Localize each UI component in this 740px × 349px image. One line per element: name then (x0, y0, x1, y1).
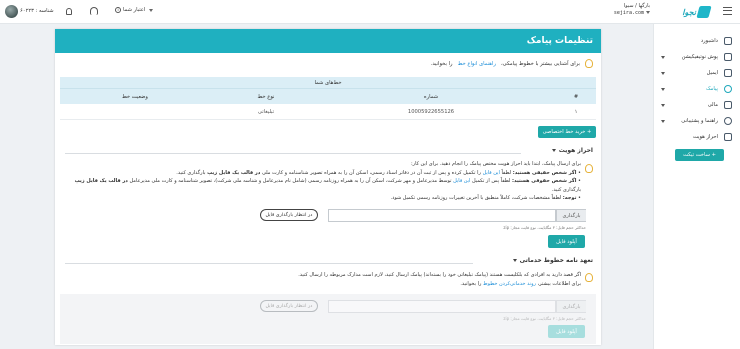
lines-table-header: # شماره نوع خط وضعیت خط (60, 88, 596, 104)
upload-status-badge: در انتظار بارگذاری فایل (260, 209, 318, 221)
service-lines-guide-link[interactable]: روند خدماتی‌کردن خطوط (483, 281, 536, 287)
support-headset-icon[interactable] (90, 7, 98, 15)
caret-down-icon (646, 10, 650, 14)
file-hint: حداکثر حجم فایل: ۳ مگابایت. نوع فایت مجا… (503, 316, 586, 321)
sidebar-item-identity[interactable]: احراز هویت (653, 130, 740, 144)
chevron-down-icon (661, 55, 665, 59)
sidebar-item-dashboard[interactable]: داشبورد (653, 34, 740, 48)
sidebar-item-help[interactable]: راهنما و پشتیبانی (653, 114, 740, 128)
identity-upload-button[interactable]: آپلود فایل (548, 235, 585, 248)
logo[interactable]: نجوا (670, 5, 712, 19)
divider (65, 153, 521, 154)
commitment-file-picker[interactable]: بارگذاری (328, 300, 586, 313)
sidebar-item-finance[interactable]: مالی (653, 98, 740, 112)
dashboard-icon (724, 37, 732, 45)
lightbulb-icon (585, 164, 593, 173)
file-browse-button[interactable]: بارگذاری (556, 300, 586, 313)
commitment-section-title[interactable]: تعهد نامه خطوط خدماتی (512, 257, 593, 264)
file-input[interactable] (328, 209, 556, 222)
lightbulb-icon (585, 273, 593, 282)
send-icon (724, 53, 732, 61)
sms-settings-card: تنظیمات پیامک برای آشنایی بیشتر با خطوط … (55, 29, 601, 345)
avatar[interactable] (5, 5, 18, 18)
chevron-down-icon (551, 149, 556, 152)
sidebar-item-push[interactable]: پوش نوتیفیکیشن (653, 50, 740, 64)
chevron-down-icon (512, 259, 517, 262)
credit-label: اعتبار شما (123, 7, 146, 13)
headset-icon (724, 117, 732, 125)
page-title: تنظیمات پیامک (55, 29, 601, 53)
lock-icon (724, 133, 732, 141)
mail-icon (724, 69, 732, 77)
file-browse-button[interactable]: بارگذاری (556, 209, 586, 222)
chevron-down-icon (661, 71, 665, 75)
file-hint: حداکثر حجم فایل: ۳ مگابایت. نوع فایت مجا… (503, 225, 586, 230)
info-icon: i (115, 7, 121, 13)
identity-file-picker[interactable]: بارگذاری (328, 209, 586, 222)
logo-text: نجوا (682, 7, 696, 17)
credit-dropdown[interactable]: اعتبار شما i (115, 7, 154, 13)
sms-icon (724, 85, 732, 93)
identity-instructions: برای ارسال پیامک، ابتدا باید احراز هویت … (74, 161, 581, 201)
legal-person-file-link[interactable]: این فایل (453, 178, 470, 184)
menu-icon[interactable] (723, 7, 732, 15)
sidebar: داشبورد پوش نوتیفیکیشن ایمیل پیامک مالی … (653, 24, 740, 349)
commitment-instructions: اگر قصد دارید به افرادی که بلکلیست هستند… (298, 272, 581, 287)
line-types-guide-link[interactable]: راهنمای انواع خط (458, 61, 496, 67)
user-menu[interactable]: بارگها / سیوا sejira.com (614, 3, 650, 16)
chevron-down-icon (661, 103, 665, 107)
buy-dedicated-line-button[interactable]: + خرید خط اختصاصی (538, 126, 596, 138)
logo-mark (696, 6, 712, 18)
table-row: ۱ 10005922655126 تبلیغاتی (60, 104, 596, 120)
chevron-down-icon (661, 119, 665, 123)
lightbulb-icon (585, 59, 593, 68)
top-bar: نجوا بارگها / سیوا sejira.com اعتبار شما… (0, 0, 740, 24)
sidebar-item-sms[interactable]: پیامک (653, 82, 740, 96)
commitment-upload-button[interactable]: آپلود فایل (548, 325, 585, 338)
account-id: شناسه : ۶۰۲۲۳ (20, 8, 54, 14)
file-input[interactable] (328, 300, 556, 313)
intro-line: برای آشنایی بیشتر با خطوط پیامکی، راهنما… (431, 59, 593, 68)
create-ticket-button[interactable]: + ساخت تیکت (675, 149, 724, 161)
sidebar-item-email[interactable]: ایمیل (653, 66, 740, 80)
user-site: sejira.com (614, 10, 650, 17)
upload-status-badge: در انتظار بارگذاری فایل (260, 300, 318, 312)
notification-bell-icon[interactable] (66, 8, 72, 15)
real-person-file-link[interactable]: این فایل (483, 170, 500, 176)
divider (65, 263, 473, 264)
lines-table-caption: خط‌های شما (60, 77, 596, 88)
chevron-down-icon (661, 87, 665, 91)
wallet-icon (724, 101, 732, 109)
chevron-down-icon (149, 8, 154, 12)
lines-table: خط‌های شما # شماره نوع خط وضعیت خط ۱ 100… (60, 77, 596, 120)
identity-section-title[interactable]: احراز هویت (551, 147, 593, 154)
